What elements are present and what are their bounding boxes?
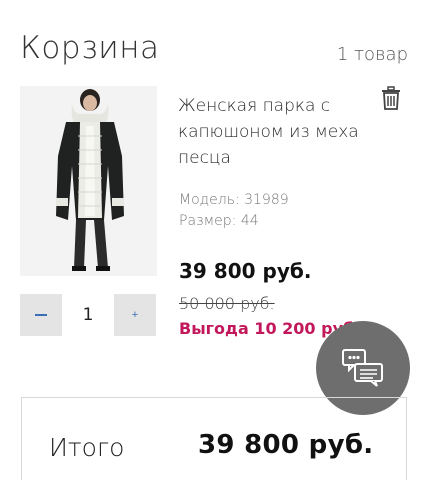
product-size: Размер: 44 [179,213,259,229]
chat-bubbles-icon [342,349,383,387]
cart-header: Корзина 1 товар [20,30,408,70]
quantity-increase-button[interactable]: + [114,294,156,336]
item-count: 1 товар [336,44,408,65]
minus-icon [35,314,47,316]
delete-item-button[interactable] [380,86,402,110]
plus-icon: + [131,308,139,321]
product-model: Модель: 31989 [179,192,289,208]
old-price: 50 000 руб. [179,294,275,313]
quantity-input[interactable] [62,294,114,336]
page-title: Корзина [20,30,160,66]
product-image[interactable] [20,86,157,276]
product-name[interactable]: Женская парка с капюшоном из меха песца [178,93,368,171]
trash-icon [382,86,400,110]
total-label: Итого [49,433,125,462]
product-photo-illustration [20,86,157,276]
current-price: 39 800 руб. [179,259,312,283]
quantity-decrease-button[interactable] [20,294,62,336]
total-value: 39 800 руб. [198,430,374,460]
